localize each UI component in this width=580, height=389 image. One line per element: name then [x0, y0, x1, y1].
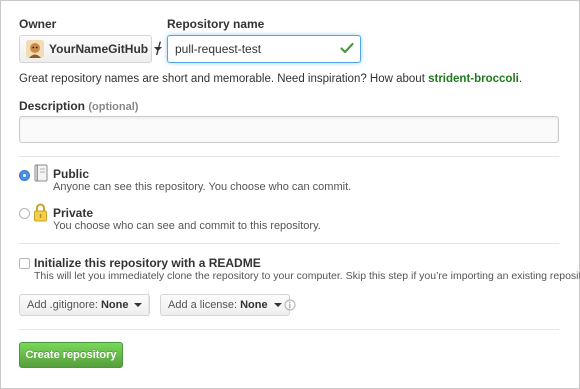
private-description: You choose who can see and commit to thi… [53, 220, 321, 232]
gitignore-value: None [100, 299, 129, 311]
repo-name-input[interactable] [167, 35, 361, 63]
owner-avatar [26, 40, 44, 58]
create-repository-button[interactable]: Create repository [19, 342, 123, 368]
owner-label: Owner [19, 17, 57, 31]
owner-name: YourNameGitHub [49, 42, 149, 56]
init-readme-description: This will let you immediately clone the … [34, 270, 580, 282]
divider [19, 156, 559, 157]
divider [19, 243, 559, 244]
private-radio[interactable] [19, 208, 30, 219]
owner-repo-separator: / [156, 39, 162, 59]
public-title: Public [53, 167, 90, 181]
init-readme-checkbox[interactable] [19, 258, 30, 269]
name-suggestion-link[interactable]: strident-broccoli [428, 73, 519, 85]
optional-tag: (optional) [88, 101, 139, 113]
license-value: None [240, 299, 268, 311]
description-label: Description (optional) [19, 99, 138, 113]
check-icon [340, 42, 354, 54]
chevron-down-icon [273, 303, 282, 307]
repo-name-label: Repository name [167, 17, 265, 31]
license-label: Add a license: [168, 299, 238, 311]
description-label-text: Description [19, 99, 86, 113]
info-icon[interactable] [284, 299, 296, 311]
chevron-down-icon [134, 303, 143, 307]
gitignore-label: Add .gitignore: [27, 299, 98, 311]
license-dropdown[interactable]: Add a license: None [160, 294, 290, 316]
divider [19, 329, 559, 330]
dropdown-separator [148, 291, 149, 317]
public-description: Anyone can see this repository. You choo… [53, 181, 352, 193]
repo-book-icon [34, 164, 48, 182]
repo-name-hint: Great repository names are short and mem… [19, 73, 522, 85]
owner-dropdown[interactable]: YourNameGitHub [19, 35, 163, 63]
public-radio[interactable] [19, 170, 30, 181]
private-title: Private [53, 206, 94, 220]
hint-text: Great repository names are short and mem… [19, 73, 429, 85]
lock-icon [34, 203, 47, 222]
init-readme-title: Initialize this repository with a README [34, 256, 261, 270]
description-input[interactable] [19, 116, 559, 143]
hint-suffix: . [518, 73, 523, 85]
gitignore-dropdown[interactable]: Add .gitignore: None [19, 294, 151, 316]
